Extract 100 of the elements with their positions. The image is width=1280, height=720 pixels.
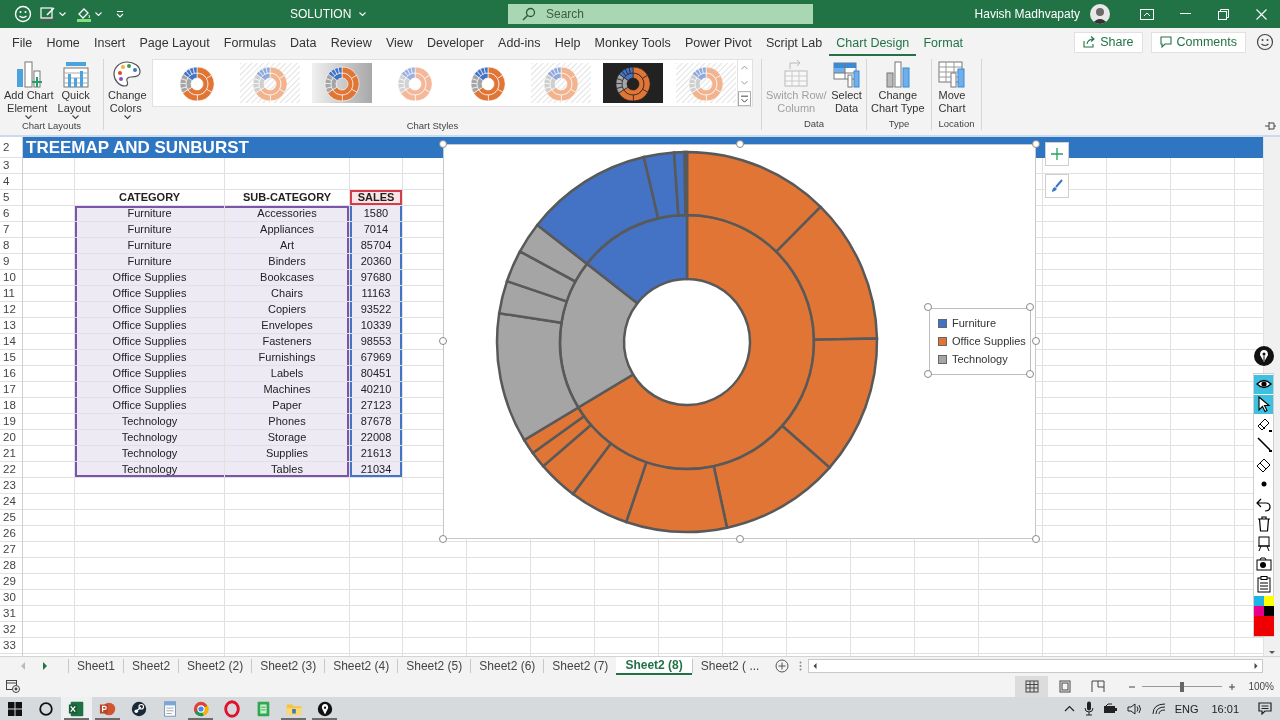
resize-handle[interactable] — [1026, 369, 1034, 378]
chevron-up-icon[interactable] — [1063, 705, 1075, 712]
ribbon-tab[interactable]: Power Pivot — [677, 30, 759, 57]
resize-handle[interactable] — [736, 139, 744, 148]
ribbon-tab[interactable]: Formulas — [216, 30, 283, 57]
ribbon-tab[interactable]: Home — [39, 30, 87, 57]
microphone-icon[interactable] — [1083, 701, 1094, 716]
color-swatch[interactable] — [1263, 605, 1274, 616]
ribbon-tab[interactable]: File — [5, 30, 40, 57]
row-number: 19 — [2, 414, 17, 429]
ribbon-tab[interactable]: Help — [547, 30, 588, 57]
resize-handle[interactable] — [1032, 336, 1040, 345]
table-cell: Bookcases — [225, 269, 349, 285]
chart-area[interactable]: Furniture Office Supplies Technology — [443, 143, 1036, 539]
ribbon-button[interactable]: Quick Layout — [55, 59, 96, 120]
color-swatch[interactable] — [1263, 595, 1274, 606]
ribbon-button[interactable]: Select Data — [828, 59, 865, 115]
resize-handle[interactable] — [924, 302, 932, 311]
zoom-level[interactable]: 100% — [1248, 681, 1274, 692]
wifi-icon[interactable] — [1151, 702, 1166, 715]
pin-icon[interactable] — [1264, 121, 1276, 131]
table-cell: 11163 — [350, 285, 402, 301]
splitter-icon[interactable] — [799, 661, 803, 672]
resize-handle[interactable] — [924, 369, 932, 378]
ribbon-tab[interactable]: Monkey Tools — [587, 30, 678, 57]
ribbon-tab[interactable]: Developer — [419, 30, 491, 57]
pen-tool-button[interactable] — [1254, 374, 1273, 394]
ribbon-tab[interactable]: Review — [323, 30, 379, 57]
sheet-tab[interactable]: Sheet2 (8) — [616, 657, 692, 676]
taskbar-app-button[interactable] — [61, 697, 92, 720]
speaker-icon[interactable] — [1126, 702, 1143, 715]
view-button[interactable] — [1015, 676, 1049, 697]
ribbon-tab[interactable]: Insert — [86, 30, 133, 57]
ribbon-button[interactable]: Change Colors — [106, 59, 149, 120]
sheet-tab[interactable]: Sheet2 — [123, 659, 179, 674]
share-button[interactable]: Share — [1074, 31, 1143, 53]
notification-icon[interactable] — [1258, 702, 1272, 715]
smiley-icon[interactable] — [1256, 33, 1274, 51]
add-sheet-icon[interactable] — [775, 659, 790, 674]
pen-tool-button[interactable] — [1254, 394, 1273, 414]
document-title[interactable]: SOLUTION — [290, 7, 352, 21]
horizontal-scrollbar[interactable] — [808, 659, 1263, 674]
pen-tool-button[interactable] — [1254, 434, 1273, 454]
sheet-tab[interactable]: Sheet2 ( ... — [691, 659, 768, 674]
clock[interactable]: 16:01 — [1211, 702, 1239, 715]
battery-icon[interactable] — [1102, 702, 1118, 715]
search-field[interactable]: Search — [508, 4, 813, 24]
ribbon-tab[interactable]: Add-ins — [491, 30, 548, 57]
customize-icon[interactable] — [116, 10, 124, 18]
macro-record-icon[interactable] — [6, 680, 20, 693]
sheet-tab[interactable]: Sheet2 (5) — [397, 659, 471, 674]
resize-handle[interactable] — [439, 534, 447, 543]
resize-handle[interactable] — [439, 139, 447, 148]
table-cell: 85704 — [350, 237, 402, 253]
chart-elements-button[interactable] — [1045, 141, 1069, 166]
language-indicator[interactable]: ENG — [1174, 702, 1199, 715]
ribbon-tab[interactable]: View — [378, 30, 420, 57]
resize-handle[interactable] — [1032, 534, 1040, 543]
ribbon-tab[interactable]: Script Lab — [758, 30, 830, 57]
chart-legend[interactable]: Furniture Office Supplies Technology — [929, 307, 1031, 375]
fill-color-icon[interactable] — [76, 6, 92, 22]
table-cell: 7014 — [350, 221, 402, 237]
zoom-slider[interactable] — [1142, 681, 1223, 692]
sheet-tab[interactable]: Sheet1 — [68, 659, 124, 674]
zoom-in-icon[interactable] — [1228, 682, 1237, 691]
table-cell: Office Supplies — [75, 301, 224, 317]
resize-handle[interactable] — [736, 534, 744, 543]
table-cell: Labels — [225, 365, 349, 381]
sheet-tab[interactable]: Sheet2 (4) — [324, 659, 398, 674]
resize-handle[interactable] — [1026, 302, 1034, 311]
sheet-tab[interactable]: Sheet2 (3) — [251, 659, 325, 674]
comments-button[interactable]: Comments — [1150, 31, 1246, 53]
pen-icon[interactable] — [40, 6, 56, 22]
table-cell: Office Supplies — [75, 365, 224, 381]
legend-label: Office Supplies — [952, 335, 1026, 348]
ribbon-button[interactable]: Change Chart Type — [869, 59, 927, 115]
more-styles-icon[interactable] — [737, 90, 751, 106]
ribbon-tab[interactable]: Page Layout — [132, 30, 217, 57]
table-cell: 27123 — [350, 397, 402, 413]
pen-tool-button[interactable] — [1254, 554, 1273, 574]
chart-style-option[interactable] — [603, 62, 664, 104]
color-swatch[interactable] — [1253, 605, 1264, 616]
ribbon-tab[interactable]: Format — [916, 30, 971, 57]
pen-tool-button[interactable] — [1254, 574, 1273, 594]
color-swatch[interactable] — [1253, 595, 1264, 606]
resize-handle[interactable] — [439, 336, 447, 345]
table-cell: Storage — [225, 429, 349, 445]
chart-styles-button[interactable] — [1045, 173, 1069, 198]
color-swatch[interactable] — [1253, 615, 1274, 636]
sheet-tab[interactable]: Sheet2 (6) — [470, 659, 544, 674]
table-cell: Office Supplies — [75, 333, 224, 349]
ribbon-button[interactable]: Move Chart — [934, 59, 970, 115]
sheet-tab[interactable]: Sheet2 (2) — [178, 659, 252, 674]
avatar[interactable] — [1090, 4, 1110, 24]
row-number: 11 — [2, 286, 16, 301]
resize-handle[interactable] — [1032, 139, 1040, 148]
add-chart-element-button[interactable]: Add Chart Element — [2, 59, 56, 120]
table-cell: Office Supplies — [75, 349, 224, 365]
next-sheet-icon[interactable] — [42, 662, 48, 671]
ribbon-tab[interactable]: Data — [283, 30, 324, 57]
